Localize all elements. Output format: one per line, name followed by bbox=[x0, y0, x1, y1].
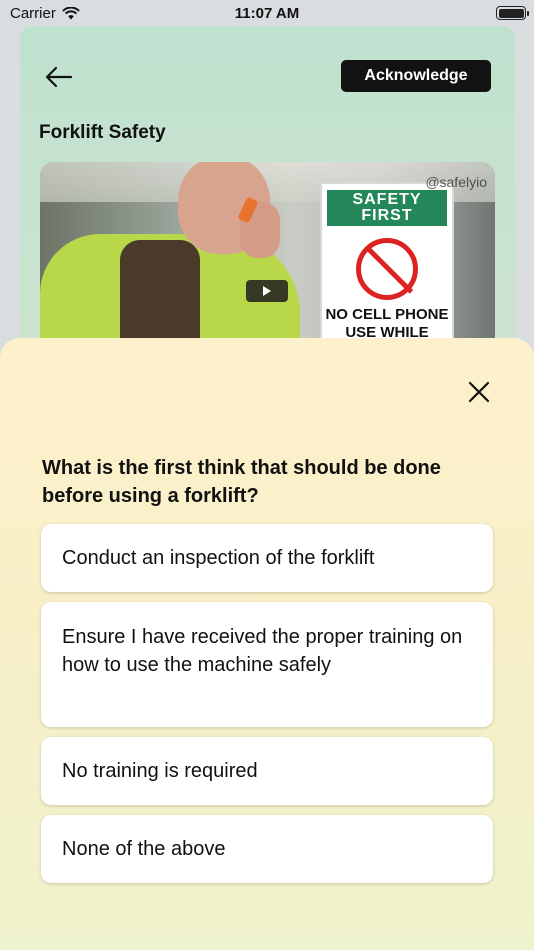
answer-option-2[interactable]: Ensure I have received the proper traini… bbox=[41, 602, 493, 727]
back-arrow-icon bbox=[45, 66, 73, 88]
battery-icon bbox=[496, 6, 529, 20]
close-button[interactable] bbox=[465, 378, 493, 406]
no-phone-icon bbox=[356, 238, 418, 300]
answer-option-label: No training is required bbox=[62, 760, 258, 782]
answer-option-label: Conduct an inspection of the forklift bbox=[62, 547, 375, 569]
play-button[interactable] bbox=[246, 280, 288, 302]
close-icon bbox=[468, 381, 490, 403]
answer-option-label: None of the above bbox=[62, 838, 226, 860]
answer-options: Conduct an inspection of the forklift En… bbox=[41, 524, 493, 893]
answer-option-3[interactable]: No training is required bbox=[41, 737, 493, 805]
quiz-sheet: What is the first think that should be d… bbox=[0, 338, 534, 950]
video-watermark: @safelyio bbox=[425, 174, 487, 190]
back-button[interactable] bbox=[42, 62, 76, 92]
answer-option-1[interactable]: Conduct an inspection of the forklift bbox=[41, 524, 493, 592]
status-bar: Carrier 11:07 AM bbox=[0, 0, 534, 26]
sign-header-line1: SAFETY bbox=[352, 191, 422, 208]
quiz-question: What is the first think that should be d… bbox=[42, 457, 441, 507]
sign-text: NO CELL PHONE USE WHILE bbox=[322, 306, 452, 342]
page-title: Forklift Safety bbox=[39, 122, 166, 143]
sign-text-line1: NO CELL PHONE bbox=[325, 306, 449, 323]
acknowledge-button[interactable]: Acknowledge bbox=[341, 60, 491, 92]
status-time: 11:07 AM bbox=[234, 5, 300, 22]
answer-option-4[interactable]: None of the above bbox=[41, 815, 493, 883]
answer-option-label: Ensure I have received the proper traini… bbox=[62, 626, 463, 676]
sign-header: SAFETY FIRST bbox=[327, 190, 447, 226]
sign-header-line2: FIRST bbox=[361, 207, 413, 224]
